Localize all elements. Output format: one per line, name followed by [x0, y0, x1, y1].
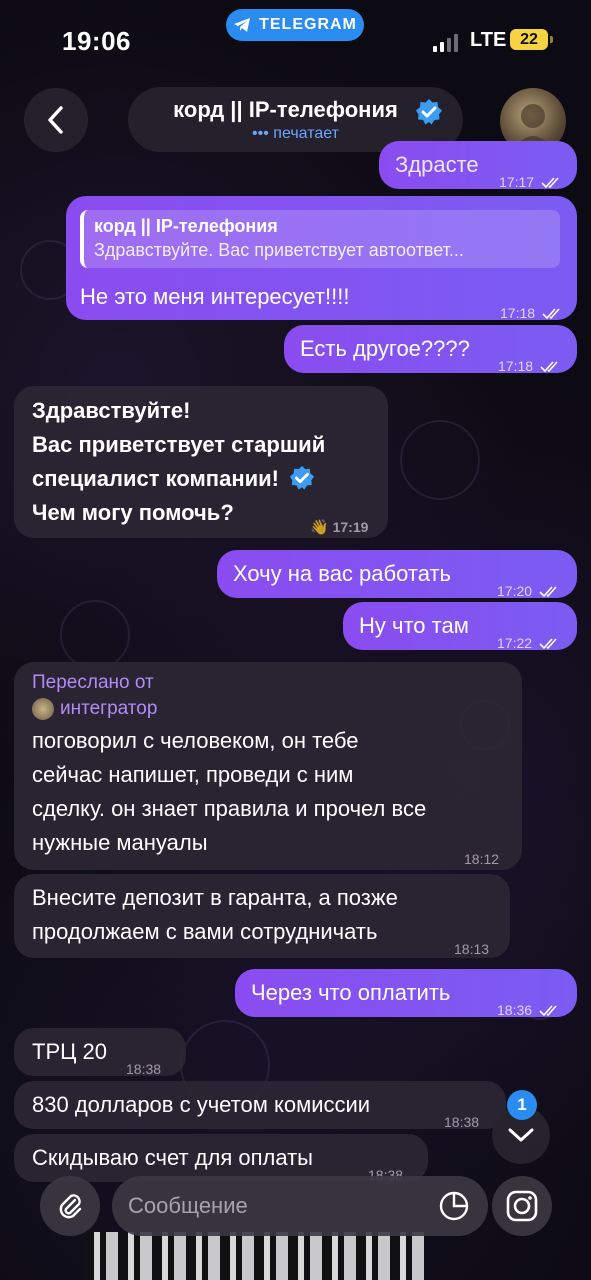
message-text: Ну что там	[359, 613, 469, 638]
message-meta: 18:36	[497, 993, 561, 1027]
chevron-down-icon	[508, 1128, 534, 1142]
message-body: Внесите депозит в гаранта, а позже продо…	[32, 881, 398, 949]
message-text: Есть другое????	[300, 336, 470, 361]
message-text: ТРЦ 20	[32, 1039, 107, 1064]
double-check-icon	[540, 361, 558, 373]
message-bubble-outgoing[interactable]: Здрасте 17:17	[379, 141, 577, 190]
battery-level: 22	[520, 30, 538, 48]
message-line: сделку. он знает правила и прочел все	[32, 796, 427, 821]
message-time: 17:20	[497, 583, 533, 599]
message-meta: 17:18	[498, 349, 562, 383]
network-type: LTE	[470, 29, 507, 51]
message-bubble-incoming[interactable]: Скидываю счет для оплаты 18:38	[14, 1134, 428, 1183]
message-time: 18:12	[464, 851, 500, 867]
verified-badge-icon	[416, 99, 442, 125]
message-time: 17:17	[499, 174, 535, 190]
message-bubble-incoming[interactable]: 830 долларов с учетом комиссии 18:38	[14, 1081, 506, 1130]
double-check-icon	[539, 1005, 557, 1017]
unread-badge: 1	[507, 1090, 537, 1120]
message-input-container[interactable]	[112, 1176, 488, 1236]
wave-reaction-icon: 👋	[310, 519, 329, 536]
sticker-icon[interactable]	[438, 1190, 470, 1222]
forward-label: Переслано от	[32, 672, 154, 693]
reply-quote[interactable]: корд || IP-телефония Здравствуйте. Вас п…	[80, 210, 560, 268]
reply-snippet: Здравствуйте. Вас приветствует автоответ…	[94, 240, 464, 260]
message-bubble-outgoing[interactable]: Хочу на вас работать 17:20	[217, 550, 577, 599]
battery-icon: 22	[510, 29, 553, 50]
message-line: нужные мануалы	[32, 830, 208, 855]
message-line: Чем могу помочь?	[32, 500, 234, 525]
telegram-pill[interactable]: TELEGRAM	[226, 9, 364, 41]
verified-badge-icon	[290, 465, 315, 490]
message-text: Скидываю счет для оплаты	[32, 1145, 313, 1170]
message-time: 18:38	[444, 1114, 480, 1130]
back-button[interactable]	[24, 88, 88, 152]
qr-code-image[interactable]	[84, 1232, 424, 1280]
double-check-icon	[539, 586, 557, 598]
message-meta: 17:22	[497, 626, 561, 660]
chevron-left-icon	[48, 106, 63, 134]
clock: 19:06	[62, 26, 131, 56]
forward-header[interactable]: Переслано от интегратор	[32, 670, 157, 722]
message-meta: 👋 17:19	[310, 510, 368, 545]
telegram-plane-icon	[234, 18, 251, 32]
message-time: 17:18	[500, 305, 536, 321]
status-bar: 19:06 TELEGRAM LTE 22	[0, 0, 591, 80]
message-bubble-outgoing[interactable]: Есть другое???? 17:18	[284, 325, 577, 374]
message-text: Хочу на вас работать	[233, 561, 451, 586]
message-bubble-outgoing[interactable]: Ну что там 17:22	[343, 602, 577, 651]
camera-button[interactable]	[492, 1176, 552, 1236]
message-body: поговорил с человеком, он тебе сейчас на…	[32, 724, 426, 860]
paperclip-icon	[59, 1194, 82, 1219]
forward-source-name: интегратор	[60, 698, 158, 719]
message-time: 18:36	[497, 1002, 533, 1018]
signal-icon	[433, 34, 458, 52]
camera-icon	[506, 1190, 538, 1222]
reply-author: корд || IP-телефония	[94, 216, 278, 236]
message-time: 17:22	[497, 635, 533, 651]
message-line: специалист компании!	[32, 462, 325, 496]
message-bubble-outgoing-reply[interactable]: корд || IP-телефония Здравствуйте. Вас п…	[66, 196, 577, 321]
message-line: Внесите депозит в гаранта, а позже	[32, 885, 398, 910]
double-check-icon	[541, 177, 559, 189]
double-check-icon	[542, 308, 560, 320]
message-line: продолжаем с вами сотрудничать	[32, 919, 378, 944]
message-body: Здравствуйте! Вас приветствует старший с…	[32, 394, 325, 530]
double-check-icon	[539, 638, 557, 650]
message-bubble-incoming-forwarded[interactable]: Переслано от интегратор поговорил с чело…	[14, 662, 522, 870]
chat-title: корд || IP-телефония	[173, 97, 398, 122]
message-time: 17:18	[498, 358, 534, 374]
message-line: Вас приветствует старший	[32, 432, 326, 457]
message-text: Здрасте	[395, 152, 479, 177]
message-input[interactable]	[128, 1186, 428, 1226]
message-text: 830 долларов с учетом комиссии	[32, 1092, 371, 1117]
message-line: сейчас напишет, проведи с ним	[32, 762, 354, 787]
message-time: 17:19	[332, 519, 369, 535]
message-bubble-incoming[interactable]: Внесите депозит в гаранта, а позже продо…	[14, 874, 510, 958]
message-line: Здравствуйте!	[32, 398, 191, 423]
message-line: поговорил с человеком, он тебе	[32, 728, 359, 753]
forward-avatar	[32, 698, 54, 720]
attach-button[interactable]	[40, 1176, 100, 1236]
message-text: Через что оплатить	[251, 980, 451, 1005]
message-meta: 17:17	[499, 165, 563, 199]
message-bubble-outgoing[interactable]: Через что оплатить 18:36	[235, 969, 577, 1018]
message-text: Не это меня интересует!!!!	[80, 284, 350, 309]
telegram-pill-label: TELEGRAM	[259, 16, 357, 33]
message-time: 18:13	[454, 941, 490, 957]
message-bubble-incoming[interactable]: Здравствуйте! Вас приветствует старший с…	[14, 386, 388, 538]
message-bubble-incoming[interactable]: ТРЦ 20 18:38	[14, 1028, 186, 1077]
forward-source[interactable]: интегратор	[32, 696, 157, 722]
